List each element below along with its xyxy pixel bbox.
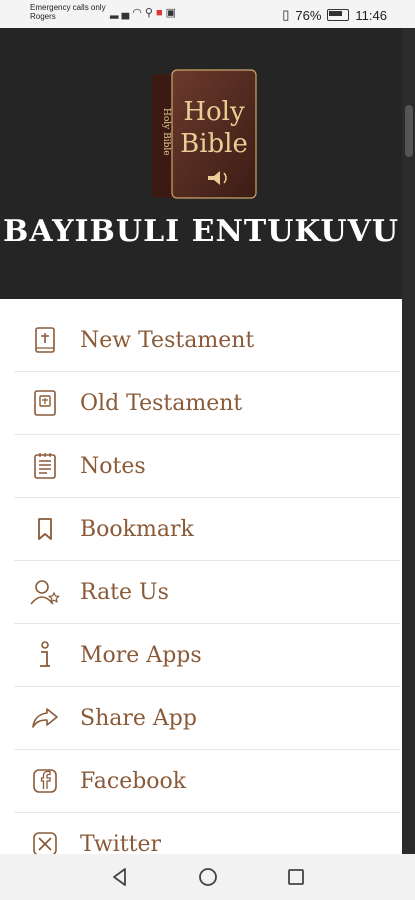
drawer-header: Holy Bible Holy Bible BAYIBULI ENTUKUVU [0, 28, 402, 299]
menu-item-facebook[interactable]: Facebook [14, 750, 400, 813]
menu-label: New Testament [80, 327, 255, 353]
image-icon: ▣ [165, 7, 179, 19]
menu-label: Notes [80, 453, 146, 479]
menu-label: More Apps [80, 642, 202, 668]
wifi-icon: ◠ [132, 7, 145, 19]
menu-label: Facebook [80, 768, 187, 794]
navigation-drawer: Holy Bible Holy Bible BAYIBULI ENTUKUVU … [0, 28, 402, 854]
menu-item-old-testament[interactable]: Old Testament [14, 372, 400, 435]
book-icon [30, 325, 60, 355]
logo-spine-text: Holy Bible [161, 108, 171, 156]
menu-item-notes[interactable]: Notes [14, 435, 400, 498]
menu-item-rate-us[interactable]: Rate Us [14, 561, 400, 624]
facebook-icon [30, 766, 60, 796]
logo-text-line-2: Bible [180, 129, 248, 159]
carrier-line-2: Rogers [30, 12, 56, 21]
twitter-icon [30, 829, 60, 854]
scrollbar-thumb[interactable] [405, 105, 413, 157]
battery-icon [327, 9, 350, 21]
carrier-line-1: Emergency calls only [30, 3, 106, 12]
recents-icon[interactable] [282, 863, 310, 891]
drawer-menu: New Testament Old Testament Notes Bookma… [14, 309, 400, 854]
menu-label: Share App [80, 705, 197, 731]
logo-text-line-1: Holy [183, 97, 245, 127]
usb-icon: ⚲ [144, 7, 156, 19]
menu-item-new-testament[interactable]: New Testament [14, 309, 400, 372]
menu-item-share-app[interactable]: Share App [14, 687, 400, 750]
status-icons: ▂▄◠⚲■▣ [110, 6, 179, 19]
holy-bible-logo: Holy Bible Holy Bible [152, 69, 257, 199]
menu-item-more-apps[interactable]: More Apps [14, 624, 400, 687]
menu-label: Old Testament [80, 390, 243, 416]
back-icon[interactable] [106, 863, 134, 891]
carrier-info: Emergency calls only Rogers [30, 3, 106, 21]
rate-us-icon [30, 577, 60, 607]
bookmark-icon [30, 514, 60, 544]
menu-label: Bookmark [80, 516, 194, 542]
menu-item-twitter[interactable]: Twitter [14, 813, 400, 854]
app-title: BAYIBULI ENTUKUVU [2, 214, 400, 249]
share-icon [30, 703, 60, 733]
home-icon[interactable] [194, 863, 222, 891]
clock: 11:46 [355, 7, 387, 23]
menu-label: Rate Us [80, 579, 169, 605]
status-bar: Emergency calls only Rogers ▂▄◠⚲■▣ ▯ 76%… [0, 0, 415, 28]
system-nav-bar [0, 854, 415, 900]
status-right: ▯ 76% 11:46 [282, 7, 387, 23]
info-icon [30, 640, 60, 670]
vibrate-icon: ▯ [282, 7, 290, 22]
signal-icon: ▂▄ [110, 7, 133, 19]
bible-icon [30, 388, 60, 418]
menu-item-bookmark[interactable]: Bookmark [14, 498, 400, 561]
battery-percent: 76% [295, 7, 322, 23]
notes-icon [30, 451, 60, 481]
menu-label: Twitter [80, 831, 161, 855]
notification-icon: ■ [155, 7, 166, 19]
